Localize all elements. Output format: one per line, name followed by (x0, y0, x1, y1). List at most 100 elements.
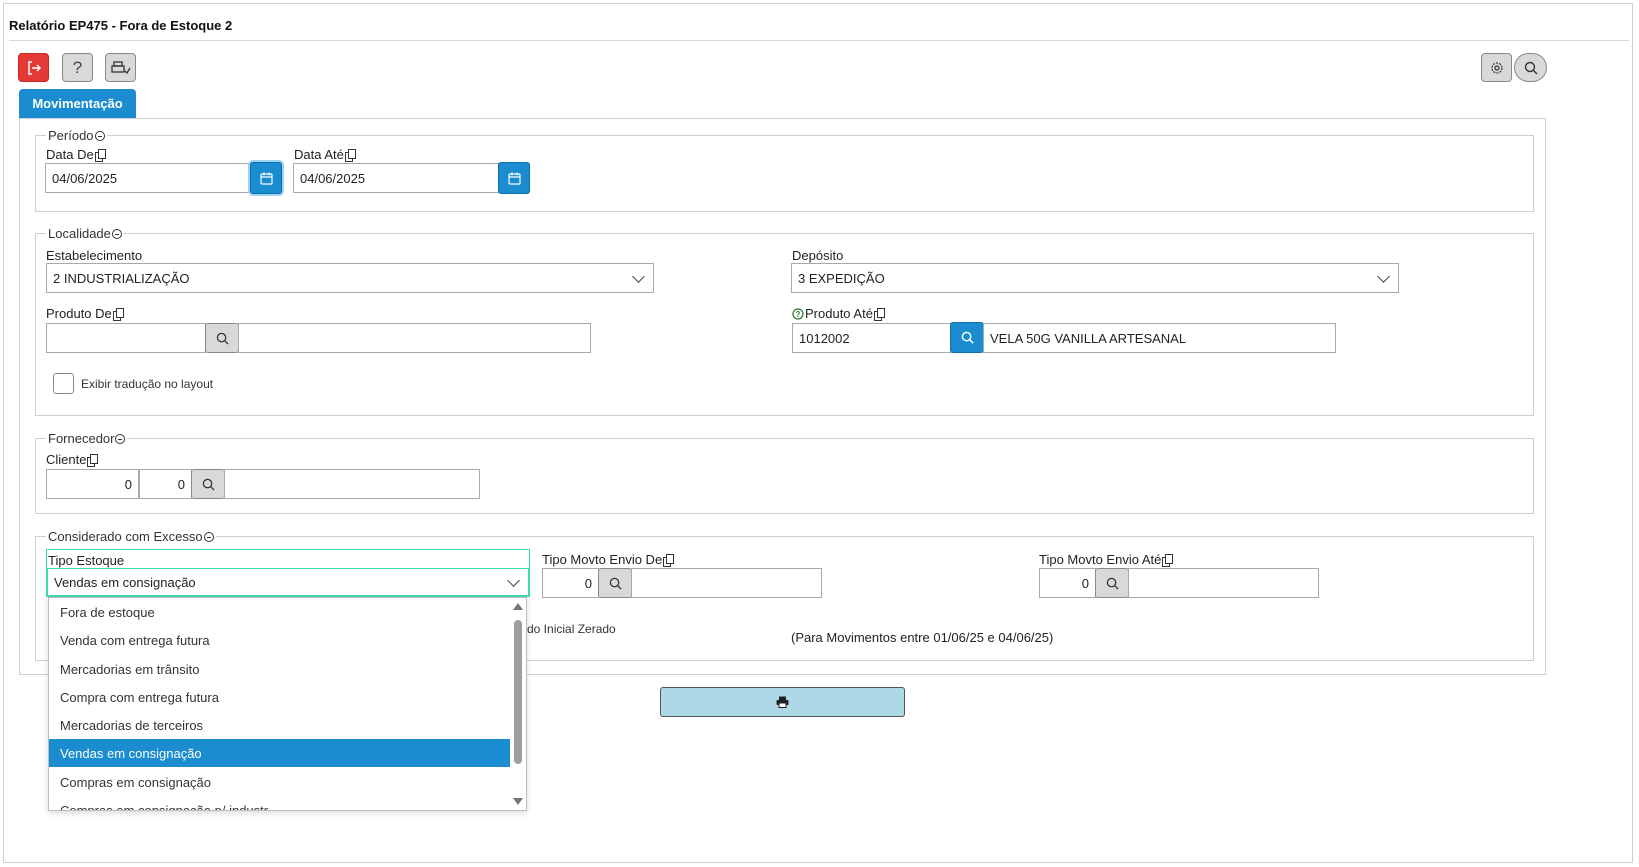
print-button[interactable] (660, 687, 905, 717)
fornecedor-legend-text: Fornecedor (48, 431, 115, 446)
produto-ate-code-input[interactable]: 1012002 (792, 323, 952, 353)
exibir-traducao-checkbox[interactable] (53, 373, 74, 394)
saldo-inicial-label: do Inicial Zerado (527, 622, 616, 636)
search-button[interactable] (1514, 53, 1547, 82)
scroll-down-arrow-icon[interactable] (513, 798, 523, 805)
data-de-calendar-button[interactable] (250, 162, 282, 194)
help-circle-icon[interactable]: ? (792, 307, 804, 320)
tipo-movto-de-label-text: Tipo Movto Envio De (542, 552, 663, 567)
chevron-down-icon (632, 270, 645, 283)
produto-de-label-text: Produto De (46, 306, 112, 321)
tipo-estoque-label: Tipo Estoque (48, 553, 125, 568)
tipo-movto-ate-label: Tipo Movto Envio Até (1039, 552, 1174, 567)
page-title: Relatório EP475 - Fora de Estoque 2 (9, 18, 233, 33)
dropdown-option[interactable]: Compra com entrega futura (49, 683, 510, 711)
printer-icon (776, 696, 789, 708)
print-setup-button[interactable] (105, 53, 136, 82)
produto-de-label: Produto De (46, 306, 124, 321)
copy-icon[interactable] (344, 148, 356, 162)
produto-de-description (238, 323, 591, 353)
copy-icon[interactable] (94, 148, 106, 162)
scroll-thumb[interactable] (514, 620, 522, 764)
cliente-sub-code-input[interactable]: 0 (139, 469, 192, 499)
dropdown-option[interactable]: Compras em consignação (49, 768, 510, 796)
copy-icon[interactable] (87, 453, 99, 467)
search-icon (1106, 577, 1119, 590)
search-icon (609, 577, 622, 590)
dropdown-option[interactable]: Mercadorias em trânsito (49, 655, 510, 683)
collapse-icon[interactable] (203, 531, 214, 542)
periodo-legend-text: Período (48, 128, 94, 143)
tipo-movto-de-search-button[interactable] (598, 568, 632, 598)
print-setup-icon (110, 60, 131, 74)
tipo-estoque-select[interactable]: Vendas em consignação (47, 568, 529, 596)
cliente-label: Cliente (46, 452, 99, 467)
deposito-select[interactable]: 3 EXPEDIÇÃO (791, 263, 1399, 293)
localidade-legend-text: Localidade (48, 226, 111, 241)
cliente-code-input[interactable]: 0 (46, 469, 139, 499)
copy-icon[interactable] (1162, 553, 1174, 567)
tipo-movto-ate-input[interactable]: 0 (1039, 568, 1096, 598)
excesso-legend: Considerado com Excesso (46, 529, 216, 544)
copy-icon[interactable] (873, 307, 885, 321)
estabelecimento-select[interactable]: 2 INDUSTRIALIZAÇÃO (46, 263, 654, 293)
tab-movimentacao[interactable]: Movimentação (19, 89, 136, 118)
calendar-icon (507, 172, 521, 185)
data-de-input[interactable]: 04/06/2025 (45, 163, 251, 193)
cliente-search-button[interactable] (191, 469, 225, 499)
search-icon (1524, 61, 1537, 74)
exibir-traducao-label: Exibir tradução no layout (81, 377, 214, 391)
cliente-label-text: Cliente (46, 452, 87, 467)
data-de-label: Data De (46, 147, 106, 162)
tipo-movto-ate-description (1128, 568, 1319, 598)
dropdown-scrollbar[interactable] (510, 598, 526, 810)
data-ate-label-text: Data Até (294, 147, 344, 162)
search-icon (961, 331, 974, 344)
data-ate-calendar-button[interactable] (498, 162, 530, 194)
tipo-movto-ate-label-text: Tipo Movto Envio Até (1039, 552, 1162, 567)
data-ate-label: Data Até (294, 147, 356, 162)
gear-icon (1490, 61, 1503, 74)
title-divider (9, 40, 1629, 41)
periodo-legend: Período (46, 128, 107, 143)
tipo-movto-de-input[interactable]: 0 (542, 568, 599, 598)
dropdown-option[interactable]: Mercadorias de terceiros (49, 711, 510, 739)
tipo-movto-de-label: Tipo Movto Envio De (542, 552, 675, 567)
produto-ate-label-text: Produto Até (805, 306, 873, 321)
search-icon (202, 478, 215, 491)
collapse-icon[interactable] (111, 228, 122, 239)
tipo-movto-ate-search-button[interactable] (1095, 568, 1129, 598)
dropdown-option[interactable]: Fora de estoque (49, 598, 510, 626)
deposito-value: 3 EXPEDIÇÃO (798, 270, 885, 286)
tipo-estoque-value: Vendas em consignação (54, 574, 196, 590)
produto-ate-search-button[interactable] (950, 322, 984, 353)
scroll-up-arrow-icon[interactable] (513, 603, 523, 610)
localidade-legend: Localidade (46, 226, 124, 241)
exit-button[interactable] (18, 53, 49, 82)
dropdown-option[interactable]: Compras em consignação p/ industr (49, 796, 510, 811)
estabelecimento-label: Estabelecimento (46, 248, 143, 263)
dropdown-option[interactable]: Venda com entrega futura (49, 626, 510, 654)
collapse-icon[interactable] (94, 130, 105, 141)
help-button[interactable]: ? (62, 53, 93, 82)
svg-text:?: ? (796, 310, 801, 319)
deposito-label: Depósito (792, 248, 844, 263)
copy-icon[interactable] (112, 307, 124, 321)
fornecedor-legend: Fornecedor (46, 431, 128, 446)
exit-icon (27, 60, 41, 75)
produto-ate-description: VELA 50G VANILLA ARTESANAL (983, 323, 1336, 353)
excesso-legend-text: Considerado com Excesso (48, 529, 203, 544)
movimentos-note: (Para Movimentos entre 01/06/25 e 04/06/… (791, 630, 1054, 645)
chevron-down-icon (1377, 270, 1390, 283)
tipo-movto-de-description (631, 568, 822, 598)
help-icon: ? (72, 57, 83, 77)
dropdown-option-selected[interactable]: Vendas em consignação (49, 739, 510, 767)
copy-icon[interactable] (663, 553, 675, 567)
produto-de-code-input[interactable] (46, 323, 206, 353)
settings-button[interactable] (1481, 53, 1512, 82)
collapse-icon[interactable] (115, 433, 126, 444)
data-ate-input[interactable]: 04/06/2025 (293, 163, 499, 193)
estabelecimento-value: 2 INDUSTRIALIZAÇÃO (53, 270, 190, 286)
produto-de-search-button[interactable] (205, 323, 239, 353)
search-icon (216, 332, 229, 345)
